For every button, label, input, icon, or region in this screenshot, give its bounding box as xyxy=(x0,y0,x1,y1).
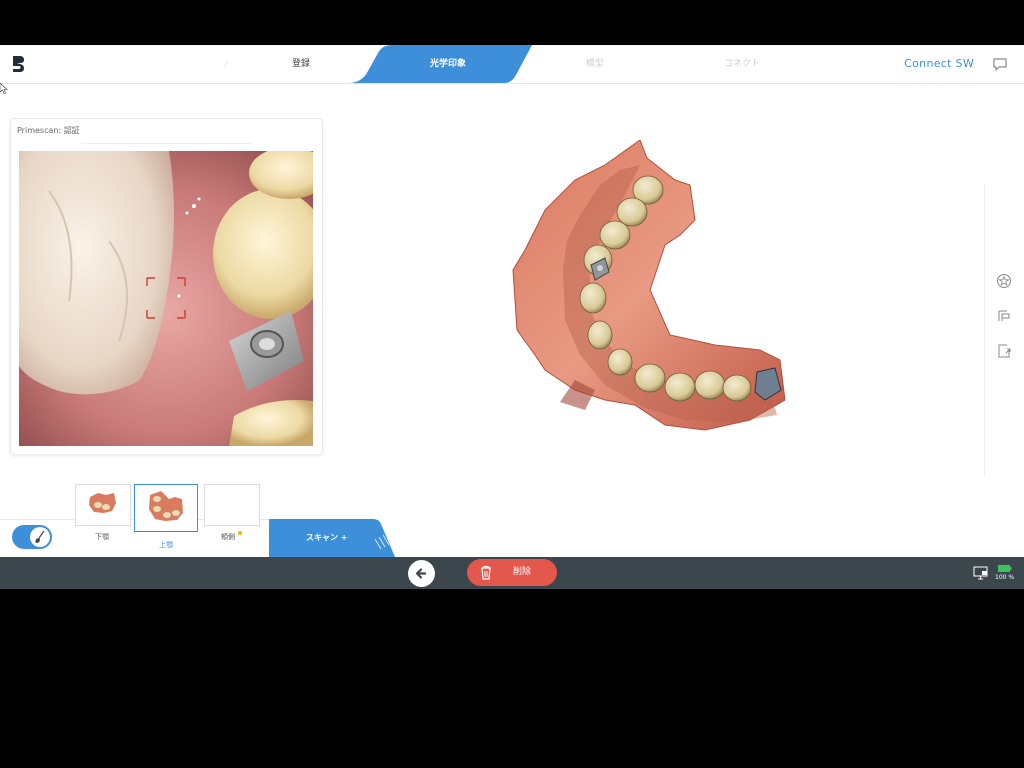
star-icon[interactable] xyxy=(996,273,1012,289)
tab-model[interactable]: 模型 xyxy=(535,45,655,83)
side-panel-divider xyxy=(984,185,985,475)
monitor-lock-icon[interactable] xyxy=(973,566,989,581)
tab-registration[interactable]: 登録 xyxy=(241,45,361,83)
tab-optical-impression[interactable]: 光学印象 xyxy=(388,45,508,83)
arrow-left-icon xyxy=(415,568,427,579)
app-window: 登録 光学印象 模型 コネクト Connect SW Primescan: 認証 xyxy=(0,45,1024,589)
divider xyxy=(81,143,251,144)
chat-icon[interactable] xyxy=(992,57,1008,72)
mouse-cursor-icon xyxy=(0,83,8,94)
back-button[interactable] xyxy=(408,560,435,587)
export-icon[interactable] xyxy=(996,343,1012,359)
trash-icon xyxy=(481,565,491,580)
model-icon[interactable] xyxy=(996,308,1012,324)
upper-jaw-thumbnail xyxy=(149,491,183,521)
delete-button[interactable]: 削除 xyxy=(467,559,557,586)
buccal-indicator-dot xyxy=(238,531,242,535)
camera-image xyxy=(19,151,313,446)
delete-label: 削除 xyxy=(513,567,532,577)
camera-preview-card: Primescan: 認証 xyxy=(10,118,323,455)
connect-sw-link[interactable]: Connect SW xyxy=(904,45,974,83)
brand-logo-icon[interactable] xyxy=(11,54,25,74)
toggle-knob xyxy=(30,527,50,547)
brush-icon xyxy=(35,530,45,543)
tab-connect[interactable]: コネクト xyxy=(682,45,802,83)
step-arrow-icon xyxy=(223,60,229,67)
battery-icon xyxy=(998,565,1012,572)
battery-level: 100 % xyxy=(995,574,1015,581)
brush-toggle[interactable] xyxy=(12,525,52,549)
scan-tab-label: スキャン + xyxy=(306,533,348,542)
3d-scan-model[interactable] xyxy=(505,140,790,435)
catalog-label-upper-jaw: 上顎 xyxy=(159,541,173,549)
catalog-label-buccal: 頬側 xyxy=(221,533,235,541)
catalog-label-lower-jaw: 下顎 xyxy=(95,533,109,541)
intraoral-camera-view xyxy=(19,151,313,446)
camera-title: Primescan: 認証 xyxy=(17,126,80,135)
lower-jaw-thumbnail xyxy=(89,493,116,513)
top-navigation: 登録 光学印象 模型 コネクト Connect SW xyxy=(0,45,1024,84)
catalog-item-lower-jaw[interactable] xyxy=(75,484,131,526)
catalog-item-buccal[interactable] xyxy=(204,484,260,526)
catalog-item-upper-jaw[interactable] xyxy=(134,484,198,532)
